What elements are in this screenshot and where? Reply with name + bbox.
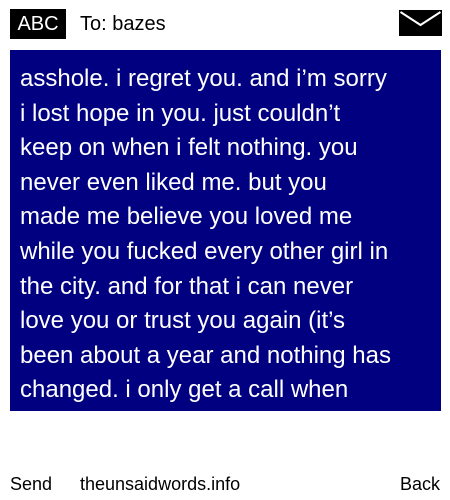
- input-mode-badge: ABC: [10, 9, 66, 39]
- envelope-icon: [399, 10, 442, 36]
- header-bar: ABC To: bazes: [0, 0, 450, 46]
- message-text[interactable]: asshole. i regret you. and i’m sorry i l…: [20, 62, 432, 408]
- back-button[interactable]: Back: [400, 472, 440, 496]
- site-link[interactable]: theunsaidwords.info: [80, 472, 240, 496]
- recipient-field[interactable]: To: bazes: [80, 11, 166, 37]
- message-body[interactable]: asshole. i regret you. and i’m sorry i l…: [10, 50, 441, 411]
- send-button[interactable]: Send: [10, 472, 52, 496]
